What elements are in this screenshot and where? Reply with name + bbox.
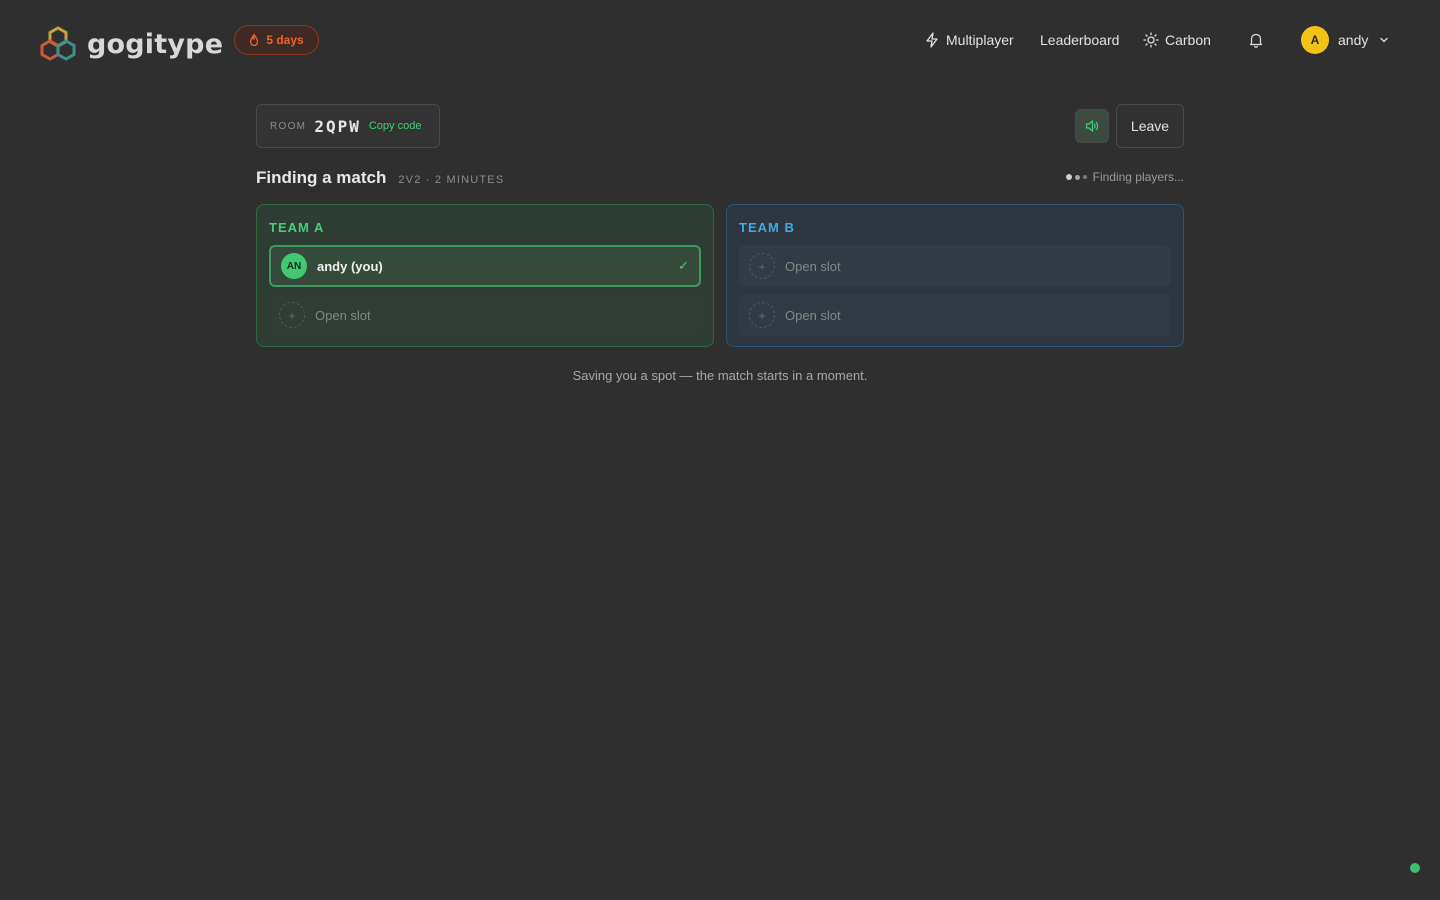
- sun-icon: [1143, 32, 1159, 48]
- loading-dots-icon: [1065, 174, 1087, 180]
- open-slot[interactable]: + Open slot: [269, 294, 701, 336]
- match-mode: 2V2 · 2 MINUTES: [398, 174, 505, 186]
- nav-leaderboard-label: Leaderboard: [1040, 32, 1120, 48]
- user-name: andy: [1338, 32, 1369, 48]
- nav-multiplayer[interactable]: Multiplayer: [924, 28, 1014, 52]
- flame-icon: [250, 34, 259, 46]
- team-b-panel: TEAM B + Open slot + Open slot: [726, 204, 1184, 347]
- room-code: 2QPW: [314, 116, 361, 136]
- page-title: Finding a match: [256, 168, 387, 187]
- team-a-title: TEAM A: [269, 220, 325, 235]
- open-slot-label: Open slot: [785, 258, 841, 274]
- streak-text: 5 days: [266, 33, 304, 47]
- team-b-title: TEAM B: [739, 220, 795, 235]
- nav-theme-carbon[interactable]: Carbon: [1143, 28, 1211, 52]
- lightning-icon: [926, 32, 938, 48]
- logo[interactable]: gogitype: [38, 24, 223, 64]
- status-text: Finding players...: [1092, 170, 1184, 184]
- nav-leaderboard[interactable]: Leaderboard: [1040, 28, 1119, 52]
- plus-icon: +: [279, 302, 305, 328]
- speaker-icon: [1085, 120, 1099, 132]
- team-a-panel: TEAM A AN andy (you) ✓ + Open slot: [256, 204, 714, 347]
- sound-toggle-button[interactable]: [1075, 109, 1109, 143]
- nav-multiplayer-label: Multiplayer: [946, 32, 1014, 48]
- nav-theme-label: Carbon: [1165, 32, 1211, 48]
- streak-badge[interactable]: 5 days: [234, 25, 319, 55]
- chevron-down-icon: [1380, 37, 1389, 43]
- copy-code-button[interactable]: Copy code: [369, 120, 422, 132]
- plus-icon: +: [749, 302, 775, 328]
- player-slot: AN andy (you) ✓: [269, 245, 701, 287]
- avatar: AN: [281, 253, 307, 279]
- open-slot-label: Open slot: [785, 307, 841, 323]
- open-slot[interactable]: + Open slot: [739, 245, 1171, 287]
- check-icon: ✓: [678, 258, 689, 273]
- logo-icon: [40, 26, 76, 61]
- player-name: andy (you): [317, 258, 383, 274]
- status-dot-icon: [1410, 863, 1420, 873]
- open-slot-label: Open slot: [315, 307, 371, 323]
- app-name: gogitype: [87, 28, 224, 60]
- footer-note: Saving you a spot — the match starts in …: [572, 368, 868, 383]
- avatar: A: [1301, 26, 1329, 54]
- top-bar: gogitype 5 days Multiplayer Leaderboard …: [0, 0, 1440, 80]
- user-menu[interactable]: A andy: [1301, 26, 1390, 54]
- match-heading: Finding a match 2V2 · 2 MINUTES: [256, 168, 504, 188]
- bell-icon[interactable]: [1247, 31, 1265, 49]
- matchmaking-status: Finding players...: [1065, 170, 1184, 184]
- leave-button[interactable]: Leave: [1116, 104, 1184, 148]
- open-slot[interactable]: + Open slot: [739, 294, 1171, 336]
- room-code-box: ROOM 2QPW Copy code: [256, 104, 440, 148]
- room-label: ROOM: [270, 120, 307, 132]
- plus-icon: +: [749, 253, 775, 279]
